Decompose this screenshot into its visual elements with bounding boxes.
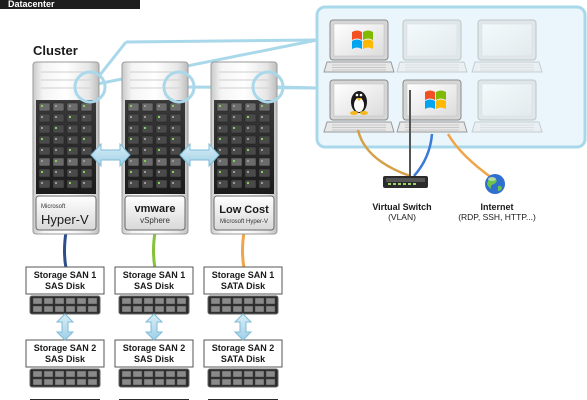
server-storage-link-2 <box>152 231 157 269</box>
storage-san2-1-disk-type: SAS Disk <box>45 354 86 364</box>
internet-title: Internet <box>480 202 513 212</box>
server-1-vendor: Microsoft <box>41 204 66 210</box>
storage-san1-1-title: Storage SAN 1 <box>34 270 97 280</box>
storage-san2-3-title: Storage SAN 2 <box>212 343 275 353</box>
virtual-switch: Virtual Switch (VLAN) <box>372 176 432 222</box>
switch-title: Virtual Switch <box>372 202 431 212</box>
globe-icon <box>485 174 505 194</box>
internet: Internet (RDP, SSH, HTTP...) <box>458 174 536 222</box>
server-3-vendor: Microsoft Hyper-V <box>220 219 268 225</box>
server-3: Low Cost Microsoft Hyper-V <box>210 61 285 235</box>
storage-san1-1: Storage SAN 1SAS Disk <box>25 266 105 315</box>
server-2-product: vSphere <box>140 216 170 225</box>
server-storage-link-1 <box>63 231 68 269</box>
server-2: vmwarevSphere <box>121 61 196 235</box>
cluster-servers: Microsoft Hyper-V vmwarevSphere Low Cost Mic… <box>32 61 285 269</box>
vm-laptop-4 <box>323 79 395 133</box>
storage-san2-1-title: Storage SAN 2 <box>34 343 97 353</box>
storage-san1-3: Storage SAN 1SATA Disk <box>203 266 283 315</box>
storage-column: Storage SAN 1SAS DiskStorage SAN 1SAS Di… <box>25 266 283 400</box>
storage-san1-3-disk-type: SATA Disk <box>221 281 266 291</box>
vm-laptop-6 <box>471 79 543 133</box>
storage-san2-3: Storage SAN 2SATA Disk <box>203 339 283 388</box>
storage-san1-2-disk-type: SAS Disk <box>134 281 175 291</box>
storage-san2-2-disk-type: SAS Disk <box>134 354 175 364</box>
server-1: Microsoft Hyper-V <box>32 61 107 235</box>
server-1-product: Hyper-V <box>41 212 89 227</box>
vm-laptop-3 <box>471 19 543 73</box>
storage-replication-arrow-1 <box>55 313 75 341</box>
switch-subtitle: (VLAN) <box>388 212 416 222</box>
server-3-product: Low Cost <box>219 204 269 216</box>
storage-san1-3-title: Storage SAN 1 <box>212 270 275 280</box>
storage-san1-2: Storage SAN 1SAS Disk <box>114 266 194 315</box>
storage-san2-2: Storage SAN 2SAS Disk <box>114 339 194 388</box>
vm-laptop-1 <box>323 19 395 73</box>
highlight-line-server-2 <box>125 38 318 44</box>
header-bar: Datacenter <box>0 0 140 9</box>
storage-san1-2-title: Storage SAN 1 <box>123 270 186 280</box>
vm-laptop-2 <box>396 19 468 73</box>
storage-replication-arrow-2 <box>144 313 164 341</box>
storage-san1-1-disk-type: SAS Disk <box>45 281 86 291</box>
internet-subtitle: (RDP, SSH, HTTP...) <box>458 212 536 222</box>
storage-san2-2-title: Storage SAN 2 <box>123 343 186 353</box>
storage-san2-1: Storage SAN 2SAS Disk <box>25 339 105 388</box>
vm-laptop-5 <box>396 79 468 133</box>
storage-san2-3-disk-type: SATA Disk <box>221 354 266 364</box>
storage-replication-arrow-3 <box>233 313 253 341</box>
cluster-label: Cluster <box>33 43 78 58</box>
datacenter-diagram: Datacenter Virtual Switch (VLAN) Interne… <box>0 0 587 400</box>
server-storage-link-3 <box>241 231 246 269</box>
server-2-vendor: vmware <box>135 203 176 215</box>
header-title: Datacenter <box>8 0 55 9</box>
